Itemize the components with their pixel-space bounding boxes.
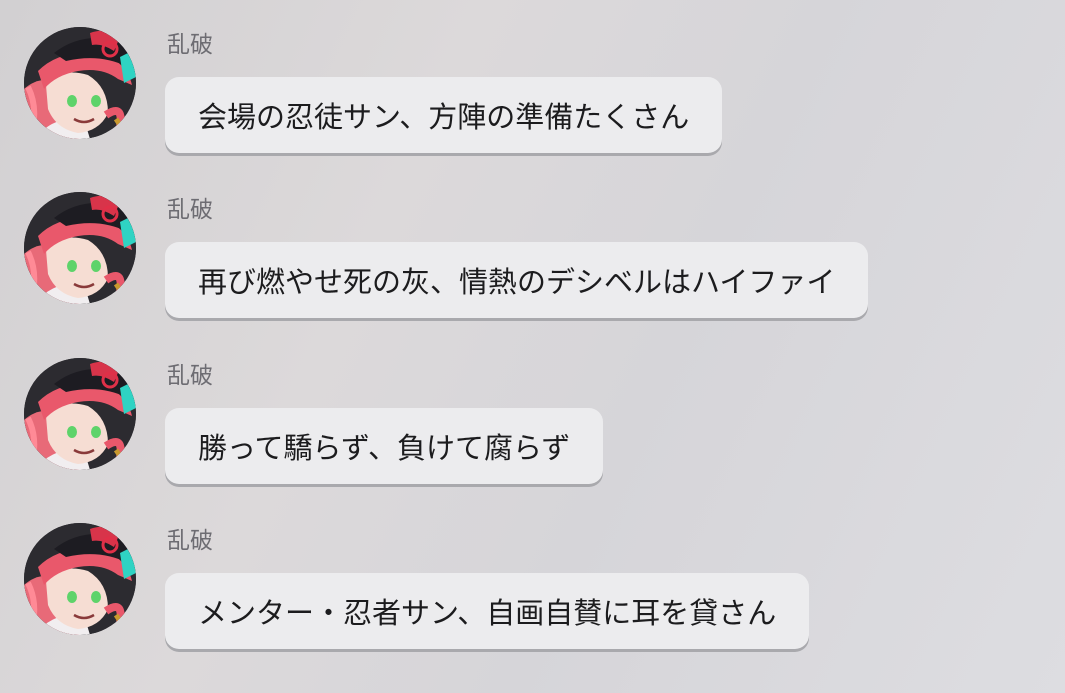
sender-name: 乱破 xyxy=(167,197,213,223)
message-item: 乱破 勝って驕らず、負けて腐らず xyxy=(0,331,1065,484)
sender-name: 乱破 xyxy=(167,32,213,58)
character-avatar-icon xyxy=(24,358,136,470)
message-bubble[interactable]: 再び燃やせ死の灰、情熱のデシベルはハイファイ xyxy=(165,242,869,318)
avatar[interactable] xyxy=(24,192,136,304)
character-avatar-icon xyxy=(24,27,136,139)
chat-log: 乱破 会場の忍徒サン、方陣の準備たくさん 乱破 再び燃やせ死の灰、情熱のデシベル… xyxy=(0,0,1065,693)
avatar[interactable] xyxy=(24,27,136,139)
message-item: 乱破 メンター・忍者サン、自画自賛に耳を貸さん xyxy=(0,496,1065,649)
sender-name: 乱破 xyxy=(167,528,213,554)
avatar[interactable] xyxy=(24,358,136,470)
message-bubble[interactable]: 会場の忍徒サン、方陣の準備たくさん xyxy=(165,77,723,153)
message-item: 乱破 再び燃やせ死の灰、情熱のデシベルはハイファイ xyxy=(0,165,1065,318)
message-bubble[interactable]: 勝って驕らず、負けて腐らず xyxy=(165,408,604,484)
character-avatar-icon xyxy=(24,192,136,304)
avatar[interactable] xyxy=(24,523,136,635)
message-item: 乱破 会場の忍徒サン、方陣の準備たくさん xyxy=(0,0,1065,153)
character-avatar-icon xyxy=(24,523,136,635)
sender-name: 乱破 xyxy=(167,363,213,389)
message-bubble[interactable]: メンター・忍者サン、自画自賛に耳を貸さん xyxy=(165,573,810,649)
